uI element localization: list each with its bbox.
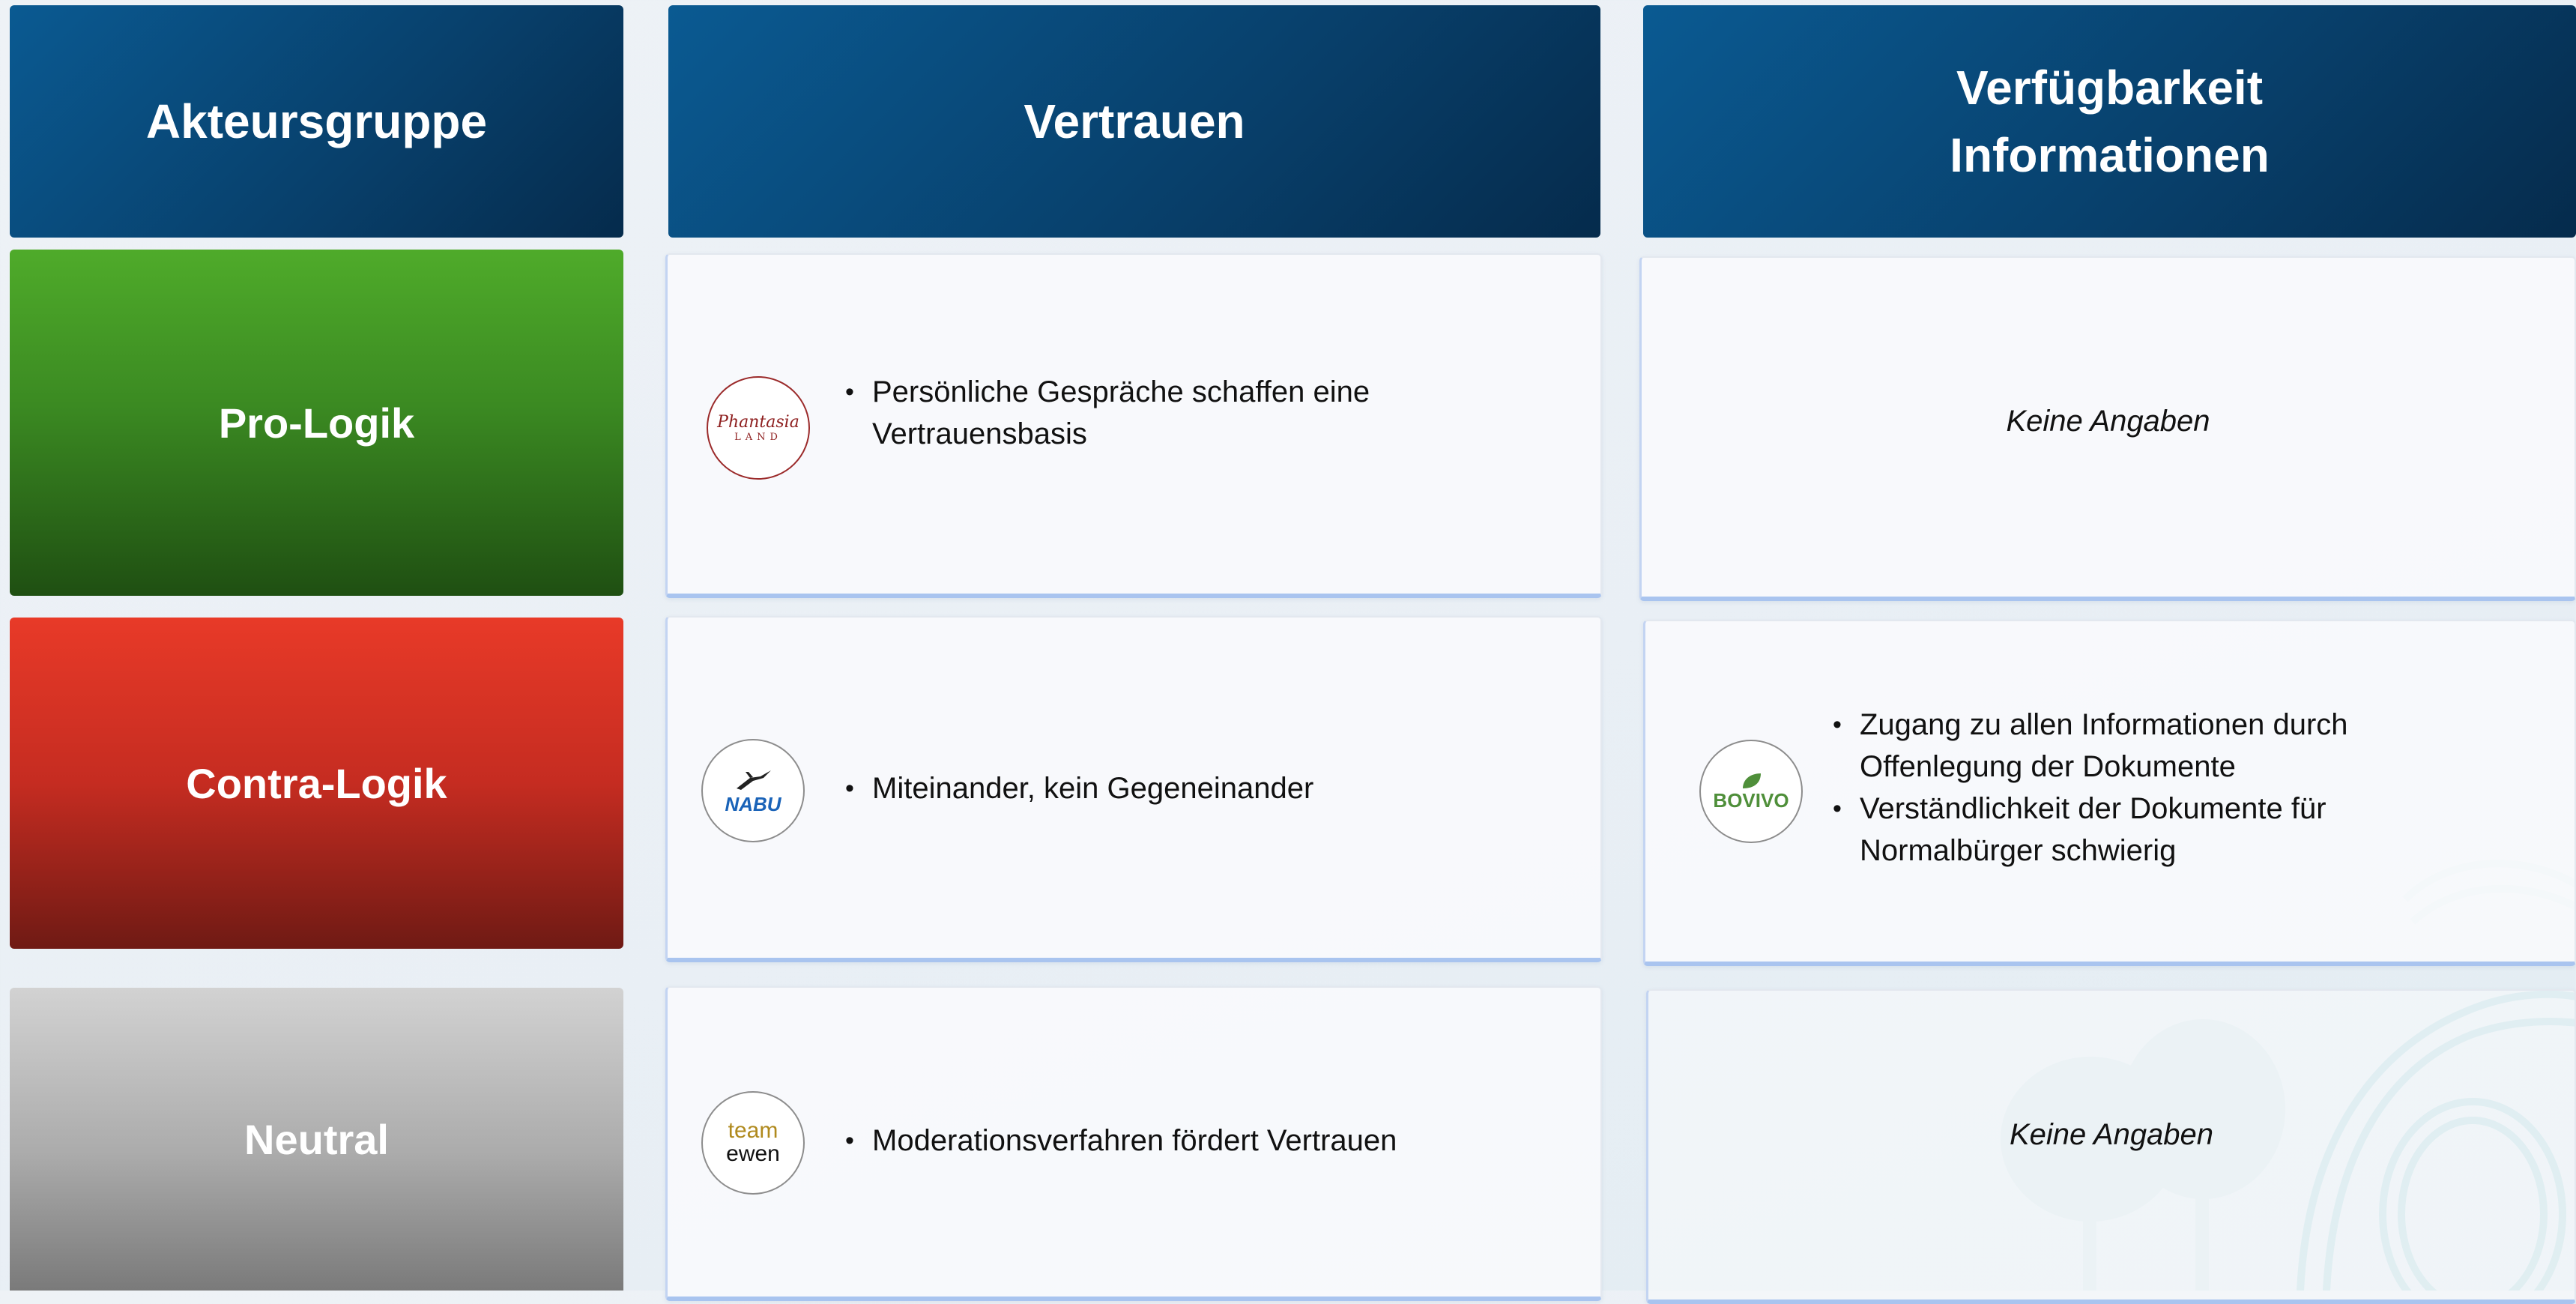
header-verfuegbarkeit-line2: Informationen: [1950, 128, 2270, 182]
team-ewen-logo-text-bottom: ewen: [726, 1141, 780, 1166]
pro-vertrauen-line1: Persönliche Gespräche schaffen eine: [872, 375, 1370, 408]
contra-verf-item2-line2: Normalbürger schwierig: [1860, 834, 2177, 867]
card-neutral-verfuegbarkeit: Keine Angaben: [1646, 989, 2576, 1304]
card-contra-verfuegbarkeit: BOVIVO Zugang zu allen Informationen dur…: [1643, 620, 2576, 966]
header-vertrauen: Vertrauen: [668, 5, 1600, 238]
contra-vertrauen-line1: Miteinander, kein Gegeneinander: [872, 772, 1314, 805]
group-neutral: Neutral: [10, 988, 623, 1291]
card-neutral-vertrauen: team ewen Moderationsverfahren fördert V…: [665, 986, 1602, 1301]
group-pro-logik: Pro-Logik: [10, 250, 623, 596]
list-item: Zugang zu allen Informationen durch Offe…: [1833, 704, 2348, 788]
bovivo-logo-icon: BOVIVO: [1699, 740, 1803, 843]
group-contra-logik-label: Contra-Logik: [186, 759, 447, 807]
group-contra-logik: Contra-Logik: [10, 618, 623, 949]
leaf-icon: [1743, 773, 1761, 788]
card-contra-vertrauen: NABU Miteinander, kein Gegeneinander: [665, 616, 1602, 962]
header-akteursgruppe-label: Akteursgruppe: [145, 94, 488, 148]
team-ewen-logo-icon: team ewen: [701, 1091, 805, 1195]
list-item: Moderationsverfahren fördert Vertrauen: [845, 1120, 1397, 1162]
header-verfuegbarkeit-line1: Verfügbarkeit: [1956, 61, 2264, 115]
phantasialand-logo-text-bottom: LAND: [734, 431, 782, 443]
group-neutral-label: Neutral: [244, 1115, 389, 1163]
pro-vertrauen-list: Persönliche Gespräche schaffen eine Vert…: [845, 371, 1370, 455]
list-item: Persönliche Gespräche schaffen eine Vert…: [845, 371, 1370, 455]
card-pro-vertrauen: Phantasia LAND Persönliche Gespräche sch…: [665, 253, 1602, 598]
phantasialand-logo-icon: Phantasia LAND: [707, 376, 810, 480]
header-akteursgruppe: Akteursgruppe: [10, 5, 623, 238]
stork-icon: [737, 770, 771, 790]
neutral-vertrauen-line1: Moderationsverfahren fördert Vertrauen: [872, 1124, 1397, 1157]
contra-verf-item1-line2: Offenlegung der Dokumente: [1860, 750, 2236, 783]
list-item: Miteinander, kein Gegeneinander: [845, 767, 1313, 809]
team-ewen-logo-text-top: team: [728, 1118, 778, 1143]
nabu-logo-text: NABU: [725, 793, 781, 815]
header-verfuegbarkeit-label: Verfügbarkeit Informationen: [1950, 54, 2270, 189]
pro-vertrauen-line2: Vertrauensbasis: [872, 417, 1087, 450]
contra-vertrauen-list: Miteinander, kein Gegeneinander: [845, 767, 1313, 809]
nabu-logo-icon: NABU: [701, 739, 805, 842]
pro-verfuegbarkeit-keine-angaben: Keine Angaben: [2006, 405, 2210, 438]
list-item: Verständlichkeit der Dokumente für Norma…: [1833, 788, 2348, 872]
phantasialand-logo-text-top: Phantasia: [717, 412, 799, 432]
header-vertrauen-label: Vertrauen: [1024, 94, 1245, 148]
neutral-vertrauen-list: Moderationsverfahren fördert Vertrauen: [845, 1120, 1397, 1162]
card-pro-verfuegbarkeit: Keine Angaben: [1639, 256, 2576, 601]
contra-verfuegbarkeit-list: Zugang zu allen Informationen durch Offe…: [1833, 704, 2348, 872]
header-verfuegbarkeit: Verfügbarkeit Informationen: [1643, 5, 2576, 238]
bovivo-logo-text: BOVIVO: [1713, 789, 1789, 812]
contra-verf-item1-line1: Zugang zu allen Informationen durch: [1860, 708, 2348, 741]
contra-verf-item2-line1: Verständlichkeit der Dokumente für: [1860, 792, 2326, 825]
neutral-verfuegbarkeit-keine-angaben: Keine Angaben: [2009, 1118, 2214, 1151]
group-pro-logik-label: Pro-Logik: [218, 399, 415, 447]
